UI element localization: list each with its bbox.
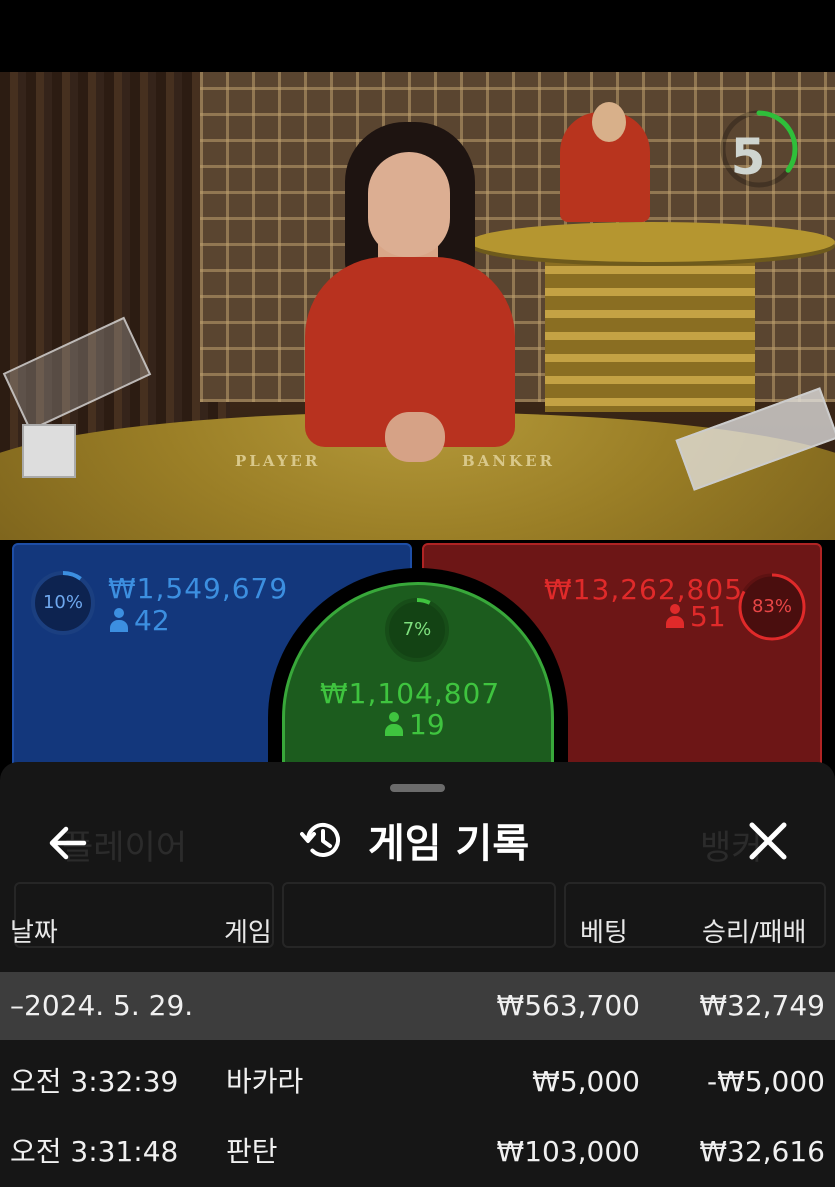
player-percent: 10% (42, 592, 83, 613)
banker-percent: 83% (751, 596, 792, 617)
background-table-base (545, 252, 755, 412)
ghost-button (282, 882, 556, 948)
dealer-face (368, 152, 450, 257)
row-bet: ₩103,000 (496, 1135, 640, 1168)
column-header-result: 승리/패배 (702, 918, 807, 948)
player-bettor-count: 42 (134, 604, 170, 637)
person-icon (385, 712, 403, 736)
felt-banker-label: BANKER (462, 452, 555, 470)
row-time: 오전 3:32:39 (10, 1065, 179, 1098)
group-bet-total: ₩563,700 (496, 989, 640, 1022)
row-time: 오전 3:31:48 (10, 1135, 179, 1168)
player-bet-amount: ₩1,549,679 (108, 572, 289, 605)
table-row[interactable]: 오전 3:31:48 판탄 ₩103,000 ₩32,616 (0, 1118, 835, 1186)
column-header-date: 날짜 (10, 918, 58, 948)
countdown-timer: 5 (730, 128, 766, 186)
person-icon (110, 608, 128, 632)
person-icon (666, 604, 684, 628)
back-arrow-icon[interactable] (42, 817, 94, 869)
tie-bettor-count: 19 (409, 708, 445, 741)
dealer-hand (385, 412, 445, 462)
felt-player-label: PLAYER (235, 452, 321, 470)
sheet-title-text: 게임 기록 (368, 821, 530, 867)
discard-box (22, 424, 76, 478)
history-icon (300, 823, 340, 857)
game-history-sheet: 플레이어 뱅커 게임 기록 날짜 게임 베팅 승리/패배 –2024. 5. 2… (0, 762, 835, 1187)
tie-bet-amount: ₩1,104,807 (320, 677, 501, 710)
row-game: 바카라 (226, 1065, 304, 1098)
group-result-total: ₩32,749 (699, 989, 825, 1022)
status-bar (0, 0, 835, 72)
banker-bettor-count: 51 (690, 600, 726, 633)
banker-bettors: 51 (666, 600, 726, 633)
group-date-text: 2024. 5. 29. (24, 989, 194, 1022)
row-bet: ₩5,000 (532, 1065, 640, 1098)
row-result: ₩32,616 (699, 1135, 825, 1168)
tie-bettors: 19 (385, 708, 445, 741)
column-header-bet: 베팅 (580, 918, 628, 948)
live-video-feed: PLAYER BANKER (0, 72, 835, 542)
close-icon[interactable] (744, 817, 792, 865)
background-dealer-head (592, 102, 626, 142)
row-result: -₩5,000 (707, 1065, 825, 1098)
column-header-game: 게임 (224, 918, 272, 948)
group-date: –2024. 5. 29. (10, 989, 194, 1022)
background-table (470, 222, 835, 262)
sheet-title: 게임 기록 (300, 810, 529, 870)
player-bettors: 42 (110, 604, 170, 637)
date-group-row[interactable]: –2024. 5. 29. ₩563,700 ₩32,749 (0, 972, 835, 1040)
tie-percent: 7% (402, 619, 432, 640)
row-game: 판탄 (226, 1135, 278, 1168)
table-row[interactable]: 오전 3:32:39 바카라 ₩5,000 -₩5,000 (0, 1048, 835, 1116)
sheet-drag-handle[interactable] (390, 784, 445, 792)
